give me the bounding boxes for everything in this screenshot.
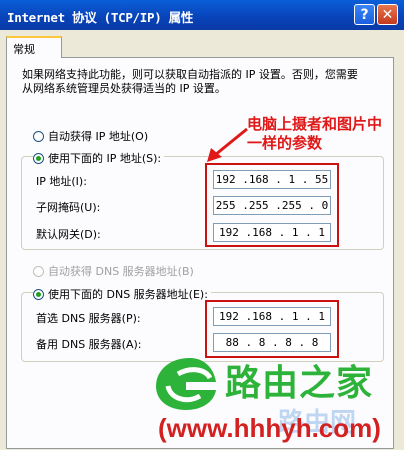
- watermark-brand: 路由之家: [225, 363, 374, 404]
- subnet-mask-label: 子网掩码(U):: [36, 201, 101, 214]
- dns-auto-label: 自动获得 DNS 服务器地址(B): [48, 265, 194, 278]
- tab-general[interactable]: 常规: [6, 36, 62, 58]
- radio-on-icon: [33, 288, 44, 300]
- annotation-arrow-icon: [207, 127, 248, 162]
- watermark-logo: [150, 352, 222, 417]
- dns-manual-label: 使用下面的 DNS 服务器地址(E):: [48, 288, 208, 301]
- title-bar: Internet 协议 (TCP/IP) 属性 ? ✕: [0, 0, 404, 30]
- ip-address-label: IP 地址(I):: [36, 175, 87, 188]
- ip-manual-radio[interactable]: 使用下面的 IP 地址(S):: [33, 150, 165, 166]
- subnet-mask-field[interactable]: 255 .255 .255 . 0: [213, 196, 331, 215]
- description-text: 如果网络支持此功能，则可以获取自动指派的 IP 设置。否则，您需要从网络系统管理…: [22, 68, 358, 95]
- watermark-logo-icon: [156, 358, 216, 410]
- ip-manual-label: 使用下面的 IP 地址(S):: [48, 152, 162, 165]
- ip-auto-radio[interactable]: 自动获得 IP 地址(O): [33, 128, 148, 144]
- annotation-line-1: 电脑上摄者和图片中: [247, 115, 383, 133]
- ip-auto-label: 自动获得 IP 地址(O): [48, 130, 149, 143]
- help-button[interactable]: ?: [354, 4, 375, 25]
- watermark-url: (www.hhhyh.com): [158, 413, 381, 443]
- alternate-dns-field[interactable]: 88 . 8 . 8 . 8: [213, 333, 331, 352]
- alternate-dns-label: 备用 DNS 服务器(A):: [36, 338, 142, 351]
- dns-manual-radio[interactable]: 使用下面的 DNS 服务器地址(E):: [33, 286, 211, 302]
- annotation-text: 电脑上摄者和图片中 一样的参数: [247, 115, 397, 153]
- gateway-field[interactable]: 192 .168 . 1 . 1: [213, 223, 331, 242]
- radio-on-icon: [33, 152, 44, 164]
- annotation-line-2: 一样的参数: [247, 134, 323, 152]
- window-title: Internet 协议 (TCP/IP) 属性: [7, 10, 194, 25]
- gateway-label: 默认网关(D):: [36, 228, 101, 241]
- ip-address-field[interactable]: 192 .168 . 1 . 55: [213, 170, 331, 189]
- radio-off-icon: [33, 130, 44, 142]
- radio-disabled-icon: [33, 265, 44, 277]
- preferred-dns-field[interactable]: 192 .168 . 1 . 1: [213, 307, 331, 326]
- preferred-dns-label: 首选 DNS 服务器(P):: [36, 312, 141, 325]
- dns-auto-radio[interactable]: 自动获得 DNS 服务器地址(B): [33, 263, 194, 279]
- close-button[interactable]: ✕: [377, 4, 398, 25]
